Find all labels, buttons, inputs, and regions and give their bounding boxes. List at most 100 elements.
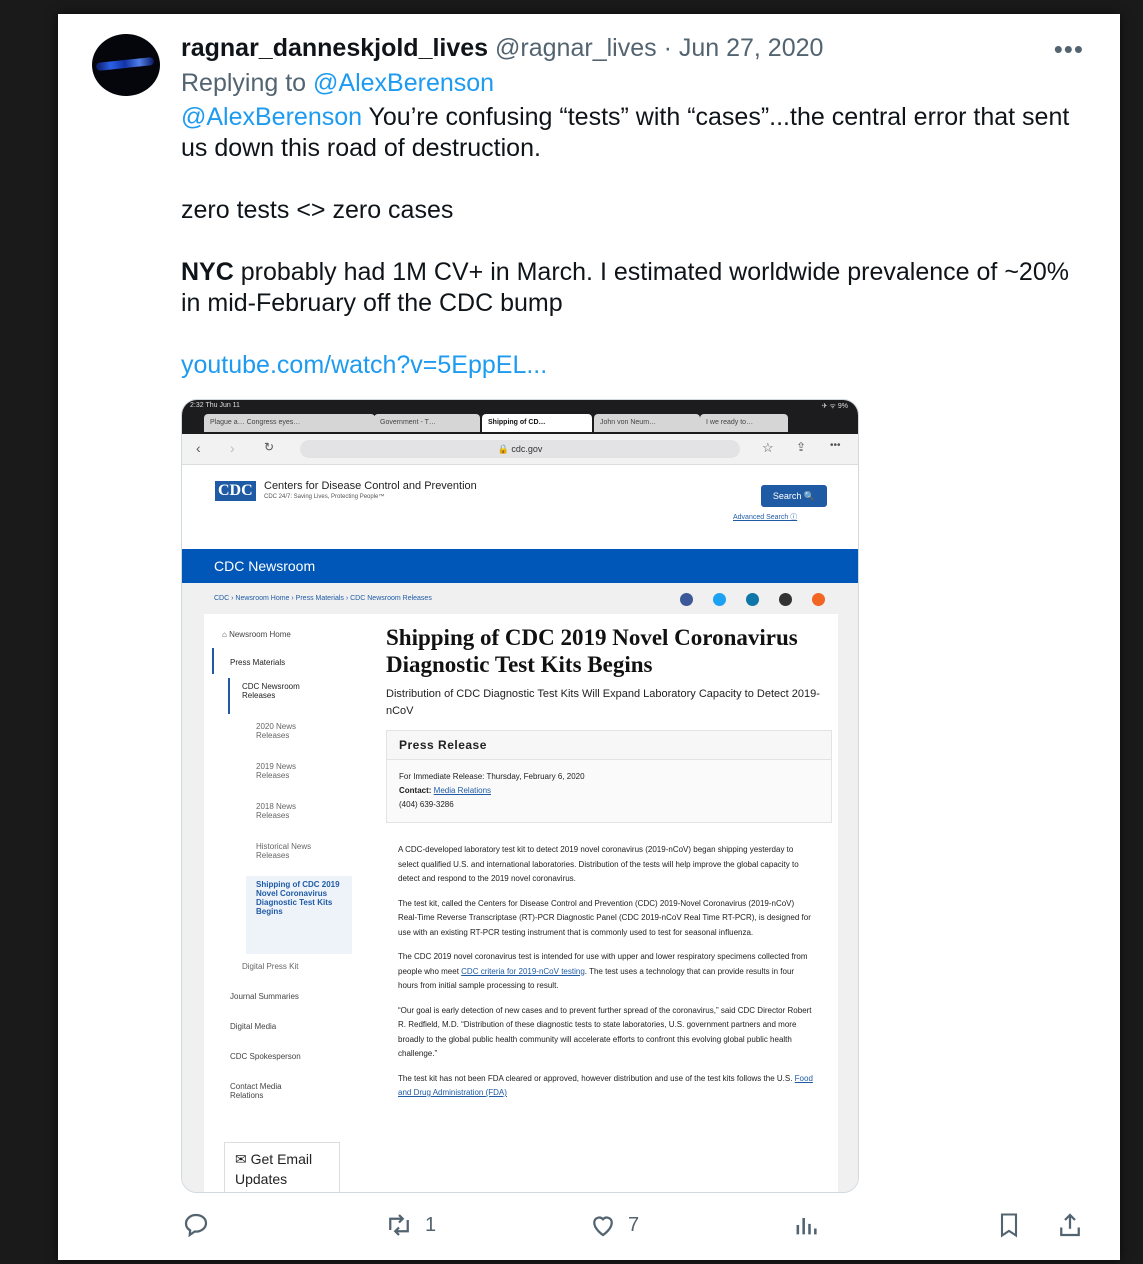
display-name[interactable]: ragnar_danneskjold_lives (181, 34, 488, 62)
cdc-tagline: CDC 24/7: Saving Lives, Protecting Peopl… (264, 494, 385, 500)
sidebar-active-bar (212, 648, 214, 674)
sidebar-item-2018[interactable]: 2018 News Releases (256, 802, 316, 820)
replying-to: Replying to @AlexBerenson (181, 69, 494, 98)
article-paragraph-1: A CDC-developed laboratory test kit to d… (398, 845, 799, 883)
article-paragraph-3: The CDC 2019 novel coronavirus test is i… (398, 950, 814, 994)
sidebar-item-cdc-newsroom-releases[interactable]: CDC Newsroom Releases (242, 682, 322, 700)
tweet-bold-nyc: NYC (181, 258, 234, 286)
tweet-paragraph-3: NYC probably had 1M CV+ in March. I esti… (181, 257, 1081, 319)
tweet-line-3: probably had 1M CV+ in March. I estimate… (181, 258, 1069, 317)
article-paragraph-5: The test kit has not been FDA cleared or… (398, 1072, 814, 1101)
newsroom-banner[interactable]: CDC Newsroom (182, 549, 858, 583)
press-release-heading: Press Release (387, 731, 831, 760)
replying-to-link[interactable]: @AlexBerenson (313, 69, 494, 97)
bookmark-button[interactable] (995, 1210, 1023, 1240)
sidebar-item-spokesperson[interactable]: CDC Spokesperson (230, 1052, 301, 1061)
twitter-icon[interactable] (713, 593, 726, 606)
analytics-icon (796, 1218, 817, 1235)
syndicate-icon[interactable] (812, 593, 825, 606)
criteria-link[interactable]: CDC criteria for 2019-nCoV testing (461, 967, 585, 976)
bookmark-star-icon[interactable]: ☆ (762, 440, 774, 456)
replying-prefix: Replying to (181, 69, 314, 97)
article-title: Shipping of CDC 2019 Novel Coronavirus D… (386, 625, 798, 677)
address-bar: ‹ › ↻ 🔒 cdc.gov ☆ ⇪ ••• (182, 434, 858, 465)
bookmark-icon (1000, 1213, 1018, 1238)
sidebar-item-journal-summaries[interactable]: Journal Summaries (230, 992, 299, 1001)
facebook-icon[interactable] (680, 593, 693, 606)
retweet-button[interactable]: 1 (383, 1210, 436, 1240)
browser-tab-3[interactable]: Shipping of CD… (482, 414, 592, 432)
email-share-icon[interactable] (779, 593, 792, 606)
sidebar-item-2019[interactable]: 2019 News Releases (256, 762, 316, 780)
cdc-org-name: Centers for Disease Control and Preventi… (264, 480, 477, 492)
browser-tab-4[interactable]: John von Neum… (594, 414, 700, 432)
avatar-graphic (95, 56, 155, 72)
attached-image[interactable]: 2:32 Thu Jun 11 ✈ ᯤ 9% Plague a… Congres… (181, 399, 859, 1193)
retweet-count: 1 (425, 1213, 437, 1236)
more-options-icon[interactable]: ••• (1054, 34, 1084, 65)
breadcrumb: CDC › Newsroom Home › Press Materials › … (182, 583, 858, 615)
tweet-paragraph-1: @AlexBerenson You’re confusing “tests” w… (181, 102, 1081, 164)
content-panel: ⌂ Newsroom Home Press Materials CDC News… (204, 614, 838, 1192)
article: Shipping of CDC 2019 Novel Coronavirus D… (386, 624, 836, 1101)
menu-dots-icon[interactable]: ••• (830, 440, 841, 451)
reload-icon[interactable]: ↻ (264, 440, 274, 454)
analytics-button[interactable] (792, 1210, 820, 1240)
cdc-header: CDC Centers for Disease Control and Prev… (182, 465, 858, 549)
like-count: 7 (628, 1213, 640, 1236)
sidebar-home-label: Newsroom Home (229, 630, 291, 639)
sidebar-active-bar-2 (228, 678, 230, 714)
tweet-card[interactable]: ragnar_danneskjold_lives @ragnar_lives ·… (58, 14, 1120, 1260)
article-subtitle: Distribution of CDC Diagnostic Test Kits… (386, 688, 820, 717)
press-release-details: For Immediate Release: Thursday, Februar… (387, 760, 831, 822)
browser-tab-5[interactable]: I we ready to… (700, 414, 788, 432)
press-release-box: Press Release For Immediate Release: Thu… (386, 730, 832, 823)
heart-icon (593, 1216, 613, 1237)
sidebar-item-2020[interactable]: 2020 News Releases (256, 722, 316, 740)
url-field[interactable]: 🔒 cdc.gov (300, 440, 740, 458)
article-paragraph-4: “Our goal is early detection of new case… (398, 1005, 812, 1059)
youtube-link[interactable]: youtube.com/watch?v=5EppEL... (181, 350, 1081, 381)
sidebar-item-historical[interactable]: Historical News Releases (256, 842, 336, 860)
share-icon (1060, 1213, 1080, 1237)
share-icon[interactable]: ⇪ (796, 440, 806, 454)
reply-icon (184, 1213, 208, 1238)
sidebar-item-current-release[interactable]: Shipping of CDC 2019 Novel Coronavirus D… (256, 880, 342, 916)
sidebar-item-newsroom-home[interactable]: ⌂ Newsroom Home (222, 630, 291, 639)
get-email-updates-button[interactable]: ✉ Get Email Updates (224, 1142, 340, 1192)
cdc-logo[interactable]: CDC (215, 481, 256, 501)
release-contact: Contact: Media Relations (399, 784, 819, 798)
browser-tab-bar: 2:32 Thu Jun 11 ✈ ᯤ 9% Plague a… Congres… (182, 400, 858, 434)
mention-link[interactable]: @AlexBerenson (181, 103, 362, 131)
para5-start: The test kit has not been FDA cleared or… (398, 1073, 795, 1083)
browser-tab-1[interactable]: Plague a… Congress eyes… (204, 414, 375, 432)
sidebar-item-digital-press-kit[interactable]: Digital Press Kit (242, 962, 298, 971)
share-button[interactable] (1055, 1210, 1085, 1240)
contact-label: Contact: (399, 786, 434, 795)
status-time: 2:32 Thu Jun 11 (190, 402, 240, 409)
back-icon[interactable]: ‹ (196, 440, 201, 456)
forward-icon[interactable]: › (230, 440, 235, 456)
breadcrumb-text[interactable]: CDC › Newsroom Home › Press Materials › … (214, 595, 432, 602)
search-button[interactable]: Search 🔍 (761, 485, 827, 507)
sidebar-item-digital-media[interactable]: Digital Media (230, 1022, 276, 1031)
advanced-search-link[interactable]: Advanced Search ⓘ (733, 512, 797, 522)
tweet-date[interactable]: · Jun 27, 2020 (664, 34, 824, 62)
tweet-actions: 1 7 (58, 1210, 1120, 1244)
status-icons: ✈ ᯤ 9% (821, 403, 848, 410)
avatar[interactable] (92, 34, 160, 96)
sidebar-item-press-materials[interactable]: Press Materials (230, 658, 285, 667)
media-relations-link[interactable]: Media Relations (434, 786, 491, 795)
like-button[interactable]: 7 (588, 1210, 639, 1240)
sidebar-item-contact-media[interactable]: Contact Media Relations (230, 1082, 310, 1100)
reply-button[interactable] (181, 1210, 211, 1240)
tweet-text: @AlexBerenson You’re confusing “tests” w… (181, 102, 1081, 412)
release-date: For Immediate Release: Thursday, Februar… (399, 772, 585, 781)
page-content: ⌂ Newsroom Home Press Materials CDC News… (182, 614, 858, 1192)
retweet-icon (389, 1214, 409, 1236)
release-phone: (404) 639-3286 (399, 800, 454, 809)
handle[interactable]: @ragnar_lives (495, 34, 657, 62)
linkedin-icon[interactable] (746, 593, 759, 606)
article-paragraph-2: The test kit, called the Centers for Dis… (398, 898, 811, 937)
browser-tab-2[interactable]: Government - T… (374, 414, 480, 432)
